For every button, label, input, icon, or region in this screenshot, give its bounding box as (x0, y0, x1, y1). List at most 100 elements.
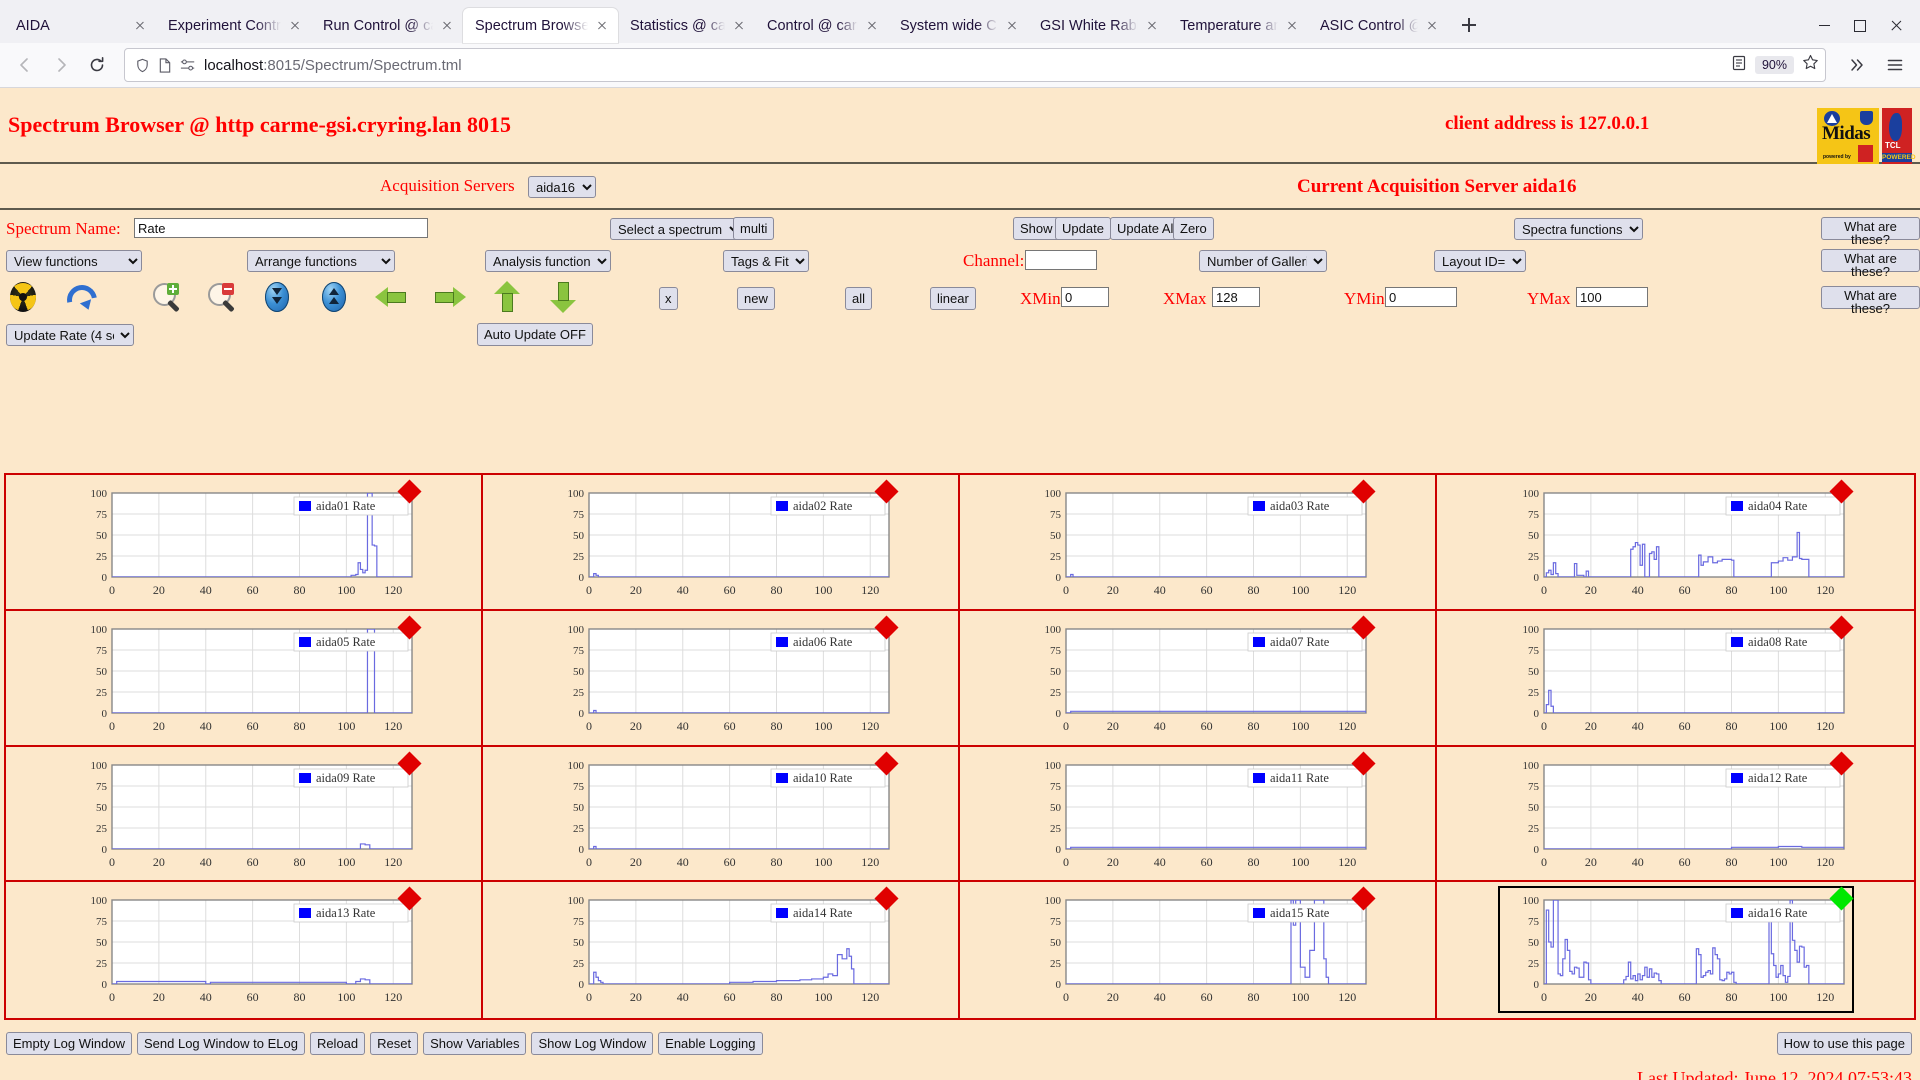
spectrum-plot-aida15[interactable]: 0 25 50 75 100 0 20 40 60 80 100 120 aida15 Rate (1022, 886, 1376, 1011)
acquisition-server-select[interactable]: aida16 (528, 176, 596, 198)
back-arrow-icon[interactable] (8, 48, 42, 82)
spectrum-plot-aida02[interactable]: 0 25 50 75 100 0 20 40 60 80 100 120 aida02 Rate (545, 479, 899, 604)
footer-button-enable-logging[interactable]: Enable Logging (658, 1032, 763, 1055)
arrow-left-icon[interactable] (375, 285, 409, 319)
new-button[interactable]: new (737, 287, 775, 310)
update-button[interactable]: Update (1055, 217, 1111, 240)
footer-button-show-variables[interactable]: Show Variables (423, 1032, 527, 1055)
xmin-input[interactable] (1061, 287, 1109, 307)
hamburger-menu-icon[interactable] (1878, 48, 1912, 82)
radiation-icon[interactable] (10, 282, 44, 316)
zoom-out-icon[interactable] (207, 282, 241, 316)
reload-icon[interactable] (80, 48, 114, 82)
gallery-cell-aida02[interactable]: 0 25 50 75 100 0 20 40 60 80 100 120 aida02 Rate (483, 475, 960, 611)
gallery-cell-aida07[interactable]: 0 25 50 75 100 0 20 40 60 80 100 120 aida07 Rate (960, 610, 1437, 747)
close-icon[interactable] (864, 18, 880, 34)
arrange-functions-dropdown[interactable]: Arrange functions (247, 250, 395, 272)
expand-up-icon[interactable] (322, 282, 356, 316)
gallery-cell-aida15[interactable]: 0 25 50 75 100 0 20 40 60 80 100 120 aida15 Rate (960, 882, 1437, 1018)
footer-button-send-log-window-to-elog[interactable]: Send Log Window to ELog (137, 1032, 305, 1055)
spectrum-plot-aida05[interactable]: 0 25 50 75 100 0 20 40 60 80 100 120 aida05 Rate (68, 615, 422, 740)
analysis-functions-dropdown[interactable]: Analysis functions (485, 250, 611, 272)
browser-tab-10[interactable]: ASIC Control @ carm (1308, 8, 1448, 43)
show-button[interactable]: Show (1013, 217, 1060, 240)
spectra-functions-dropdown[interactable]: Spectra functions (1514, 218, 1643, 240)
gallery-cell-aida05[interactable]: 0 25 50 75 100 0 20 40 60 80 100 120 aida05 Rate (6, 610, 483, 747)
spectrum-plot-aida07[interactable]: 0 25 50 75 100 0 20 40 60 80 100 120 aida07 Rate (1022, 615, 1376, 740)
footer-button-reload[interactable]: Reload (309, 1032, 366, 1055)
what-are-these-button-3[interactable]: What are these? (1821, 286, 1920, 315)
gallery-cell-aida14[interactable]: 0 25 50 75 100 0 20 40 60 80 100 120 aida14 Rate (483, 882, 960, 1018)
view-functions-dropdown[interactable]: View functions (6, 250, 142, 272)
gallery-cell-aida11[interactable]: 0 25 50 75 100 0 20 40 60 80 100 120 aida11 Rate (960, 746, 1437, 883)
plus-icon[interactable] (1454, 10, 1484, 40)
browser-tab-3[interactable]: Run Control @ carme (311, 8, 463, 43)
footer-button-reset[interactable]: Reset (370, 1032, 419, 1055)
auto-update-toggle-button[interactable]: Auto Update OFF (477, 323, 593, 346)
spectrum-plot-aida14[interactable]: 0 25 50 75 100 0 20 40 60 80 100 120 aida14 Rate (545, 886, 899, 1011)
select-a-spectrum-dropdown[interactable]: Select a spectrum (610, 218, 743, 240)
close-icon[interactable] (439, 18, 455, 34)
gallery-cell-aida10[interactable]: 0 25 50 75 100 0 20 40 60 80 100 120 aida10 Rate (483, 746, 960, 883)
channel-input[interactable] (1025, 250, 1097, 270)
spectrum-plot-aida11[interactable]: 0 25 50 75 100 0 20 40 60 80 100 120 aida11 Rate (1022, 750, 1376, 876)
browser-tab-5[interactable]: Statistics @ carme-g (618, 8, 755, 43)
gallery-cell-aida03[interactable]: 0 25 50 75 100 0 20 40 60 80 100 120 aida03 Rate (960, 475, 1437, 611)
spectrum-plot-aida03[interactable]: 0 25 50 75 100 0 20 40 60 80 100 120 aida03 Rate (1022, 479, 1376, 604)
spectrum-plot-aida08[interactable]: 0 25 50 75 100 0 20 40 60 80 100 120 aida08 Rate (1500, 615, 1854, 740)
browser-tab-8[interactable]: GSI White Rabbit Tim (1028, 8, 1168, 43)
gallery-cell-aida13[interactable]: 0 25 50 75 100 0 20 40 60 80 100 120 aida13 Rate (6, 882, 483, 1018)
gallery-cell-aida12[interactable]: 0 25 50 75 100 0 20 40 60 80 100 120 aida12 Rate (1437, 746, 1914, 883)
spectrum-plot-aida16[interactable]: 0 25 50 75 100 0 20 40 60 80 100 120 aida16 Rate (1497, 886, 1854, 1014)
chevron-double-right-icon[interactable] (1840, 48, 1874, 82)
maximize-icon[interactable] (1842, 11, 1878, 41)
update-rate-dropdown[interactable]: Update Rate (4 secs) (6, 324, 134, 346)
close-icon[interactable] (287, 18, 303, 34)
arrow-up-icon[interactable] (494, 281, 528, 315)
gallery-cell-aida04[interactable]: 0 25 50 75 100 0 20 40 60 80 100 120 aida04 Rate (1437, 475, 1914, 611)
zoom-in-icon[interactable] (152, 282, 186, 316)
spectrum-plot-aida10[interactable]: 0 25 50 75 100 0 20 40 60 80 100 120 aida10 Rate (545, 750, 899, 876)
gallery-cell-aida09[interactable]: 0 25 50 75 100 0 20 40 60 80 100 120 aida09 Rate (6, 746, 483, 883)
all-button[interactable]: all (845, 287, 873, 310)
spectrum-name-input[interactable] (134, 218, 428, 238)
how-to-use-this-page-button[interactable]: How to use this page (1776, 1032, 1912, 1055)
zero-button[interactable]: Zero (1173, 217, 1214, 240)
footer-button-show-log-window[interactable]: Show Log Window (531, 1032, 654, 1055)
close-icon[interactable] (1284, 18, 1300, 34)
minimize-icon[interactable] (1806, 11, 1842, 41)
spectrum-plot-aida04[interactable]: 0 25 50 75 100 0 20 40 60 80 100 120 aida04 Rate (1500, 479, 1854, 604)
browser-tab-2[interactable]: Experiment Control @ (156, 8, 311, 43)
footer-button-empty-log-window[interactable]: Empty Log Window (6, 1032, 132, 1055)
star-icon[interactable] (1802, 54, 1819, 76)
close-icon[interactable] (1144, 18, 1160, 34)
multi-button[interactable]: multi (733, 217, 775, 240)
arrow-down-icon[interactable] (550, 281, 584, 315)
gallery-cell-aida06[interactable]: 0 25 50 75 100 0 20 40 60 80 100 120 aida06 Rate (483, 610, 960, 747)
close-icon[interactable] (1878, 11, 1914, 41)
close-icon[interactable] (132, 18, 148, 34)
permissions-icon[interactable] (180, 58, 196, 72)
linear-button[interactable]: linear (930, 287, 976, 310)
zoom-level-indicator[interactable]: 90% (1754, 56, 1794, 74)
what-are-these-button-2[interactable]: What are these? (1821, 249, 1920, 278)
expand-down-icon[interactable] (265, 282, 299, 316)
spectrum-plot-aida12[interactable]: 0 25 50 75 100 0 20 40 60 80 100 120 aida12 Rate (1500, 750, 1854, 876)
x-button[interactable]: x (659, 287, 678, 310)
browser-tab-1[interactable]: AIDA (4, 8, 156, 43)
browser-tab-7[interactable]: System wide Checks ( (888, 8, 1028, 43)
tags-and-fits-dropdown[interactable]: Tags & Fits (723, 250, 809, 272)
arrow-right-icon[interactable] (432, 285, 466, 319)
browser-tab-9[interactable]: Temperature and stat (1168, 8, 1308, 43)
what-are-these-button-1[interactable]: What are these? (1821, 217, 1920, 246)
number-of-galleries-dropdown[interactable]: Number of Galleries (1199, 250, 1327, 272)
forward-arrow-icon[interactable] (44, 48, 78, 82)
refresh-icon[interactable] (64, 282, 98, 316)
spectrum-plot-aida01[interactable]: 0 25 50 75 100 0 20 40 60 80 100 120 aida01 Rate (68, 479, 422, 604)
gallery-cell-aida08[interactable]: 0 25 50 75 100 0 20 40 60 80 100 120 aida08 Rate (1437, 610, 1914, 747)
xmax-input[interactable] (1212, 287, 1260, 307)
gallery-cell-aida01[interactable]: 0 25 50 75 100 0 20 40 60 80 100 120 aida01 Rate (6, 475, 483, 611)
spectrum-plot-aida06[interactable]: 0 25 50 75 100 0 20 40 60 80 100 120 aida06 Rate (545, 615, 899, 740)
spectrum-plot-aida09[interactable]: 0 25 50 75 100 0 20 40 60 80 100 120 aida09 Rate (68, 750, 422, 876)
browser-tab-6[interactable]: Control @ carme-gsi (755, 8, 888, 43)
